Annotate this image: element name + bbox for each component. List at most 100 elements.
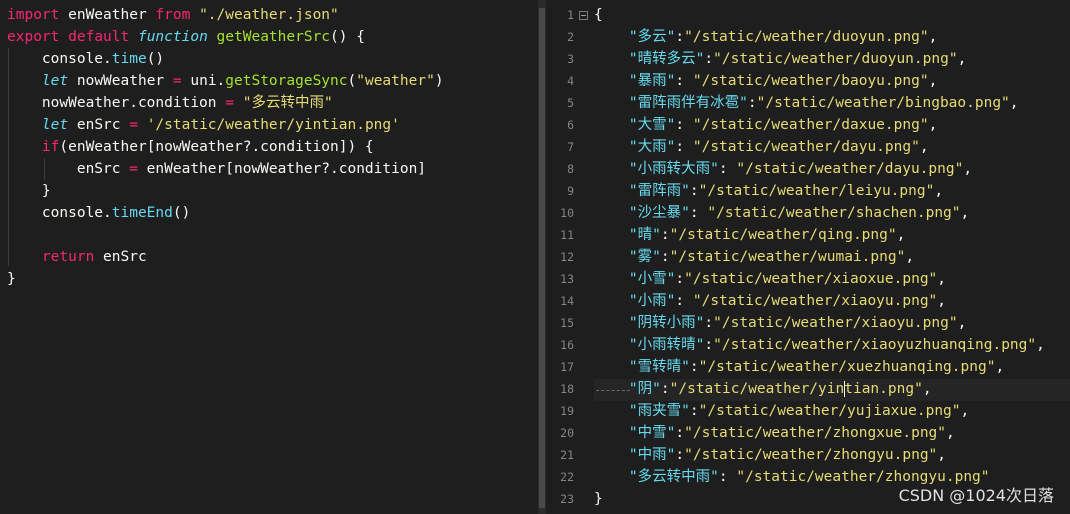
code-token: , (1009, 95, 1019, 111)
code-line[interactable]: "雾":"/static/weather/wumai.png", (594, 246, 914, 268)
code-token: getWeatherSrc (216, 29, 331, 45)
code-token: console. (7, 51, 112, 67)
code-line[interactable]: "雪转晴":"/static/weather/xuezhuanqing.png"… (594, 356, 1004, 378)
code-token: : (704, 315, 714, 331)
code-token: : (675, 425, 685, 441)
code-line[interactable]: console.time() (7, 48, 164, 70)
code-token: "大雪" (628, 117, 676, 133)
code-token: : (718, 469, 737, 485)
code-line[interactable]: { (594, 4, 603, 26)
code-line[interactable]: "小雪":"/static/weather/xiaoxue.png", (594, 268, 946, 290)
code-line[interactable]: let enSrc = '/static/weather/yintian.png… (7, 114, 400, 136)
code-line[interactable]: "晴转多云":"/static/weather/duoyun.png", (594, 48, 966, 70)
code-line[interactable]: nowWeather.condition = "多云转中雨" (7, 92, 333, 114)
code-token: default (68, 29, 130, 45)
code-line[interactable]: return enSrc (7, 246, 147, 268)
code-token: "小雨" (628, 293, 676, 309)
code-line[interactable]: console.timeEnd() (7, 202, 190, 224)
code-line[interactable]: "大雪": "/static/weather/daxue.png", (594, 114, 937, 136)
code-token: , (937, 293, 947, 309)
code-token: , (928, 29, 938, 45)
code-token: nowWeather.condition (7, 95, 226, 111)
line-number: 22 (560, 470, 574, 484)
code-line[interactable]: "小雨转晴":"/static/weather/xiaoyuzhuanqing.… (594, 334, 1045, 356)
fold-toggle-icon[interactable] (579, 11, 588, 20)
code-line[interactable]: "雷阵雨":"/static/weather/leiyu.png", (594, 180, 943, 202)
code-token: "/static/weather/xiaoyu.png" (713, 315, 958, 331)
code-token: "阴" (628, 381, 661, 397)
line-number: 12 (560, 250, 574, 264)
code-token: , (934, 183, 944, 199)
vertical-scrollbar[interactable] (538, 0, 546, 514)
code-line[interactable]: "小雨": "/static/weather/xiaoyu.png", (594, 290, 946, 312)
code-line[interactable]: "小雨转大雨": "/static/weather/dayu.png", (594, 158, 972, 180)
code-line[interactable]: "暴雨": "/static/weather/baoyu.png", (594, 70, 937, 92)
code-token: : (675, 293, 693, 309)
code-token: "/static/weather/shachen.png" (707, 205, 961, 221)
code-line[interactable]: "中雨":"/static/weather/zhongyu.png", (594, 444, 946, 466)
right-editor-pane[interactable]: 1 2 3 4 5 6 7 8 9 10 11 12 13 14 15 16 17 18 19 20 21 22 23 { … (546, 0, 1070, 514)
code-token: "/static/weather/leiyu.png" (698, 183, 935, 199)
code-token: , (963, 161, 973, 177)
code-token: , (960, 205, 970, 221)
code-token: "雷阵雨" (628, 183, 690, 199)
scrollbar-thumb[interactable] (539, 8, 545, 508)
code-token: enWeather (59, 7, 156, 23)
code-token: "中雨" (628, 447, 676, 463)
code-line[interactable]: "大雨": "/static/weather/dayu.png", (594, 136, 929, 158)
code-token: "/static/weather/wumai.png" (669, 249, 906, 265)
code-token: : (747, 95, 757, 111)
code-line[interactable]: export default function getWeatherSrc() … (7, 26, 365, 48)
code-line[interactable]: "阴转小雨":"/static/weather/xiaoyu.png", (594, 312, 966, 334)
code-line[interactable]: } (7, 180, 51, 202)
code-line[interactable]: } (7, 268, 16, 290)
code-line[interactable]: "多云":"/static/weather/duoyun.png", (594, 26, 937, 48)
line-number: 1 (567, 8, 574, 22)
code-line[interactable]: "雷阵雨伴有冰雹":"/static/weather/bingbao.png", (594, 92, 1019, 114)
code-token: export (7, 29, 60, 45)
code-token: "/static/weather/zhongxue.png" (684, 425, 947, 441)
left-editor-pane[interactable]: import enWeather from "./weather.json" ex… (0, 0, 538, 514)
code-token: : (660, 249, 670, 265)
code-token: : (704, 337, 714, 353)
code-token: = (129, 161, 138, 177)
code-line[interactable]: let nowWeather = uni.getStorageSync("wea… (7, 70, 444, 92)
code-line[interactable]: enSrc = enWeather[nowWeather?.condition] (7, 158, 426, 180)
code-token: "多云转中雨" (628, 469, 719, 485)
code-token: "weather" (356, 73, 435, 89)
code-token: , (937, 271, 947, 287)
code-token: ) (434, 73, 444, 89)
code-line[interactable]: "沙尘暴": "/static/weather/shachen.png", (594, 202, 969, 224)
code-line[interactable]: } (594, 488, 603, 510)
code-token: "雪转晴" (628, 359, 690, 375)
code-line[interactable]: "雨夹雪":"/static/weather/yujiaxue.png", (594, 400, 969, 422)
code-token: "/static/weather/xiaoxue.png" (684, 271, 938, 287)
code-token: , (928, 73, 938, 89)
code-token: , (922, 381, 932, 397)
code-line[interactable]: "晴":"/static/weather/qing.png", (594, 224, 905, 246)
code-line[interactable]: "中雪":"/static/weather/zhongxue.png", (594, 422, 955, 444)
code-token: "暴雨" (628, 73, 676, 89)
line-number: 21 (560, 448, 574, 462)
code-line[interactable]: "阴":"/static/weather/yintian.png", (594, 378, 932, 400)
code-line[interactable]: if(enWeather[nowWeather?.condition]) { (7, 136, 374, 158)
code-token: "多云" (628, 29, 676, 45)
code-token: { (594, 7, 603, 23)
code-line[interactable]: import enWeather from "./weather.json" (7, 4, 339, 26)
code-token: console. (7, 205, 112, 221)
code-token: (enWeather[nowWeather?.condition]) { (59, 139, 374, 155)
code-token: enSrc (94, 249, 147, 265)
code-token: , (995, 359, 1005, 375)
code-token: : (689, 183, 699, 199)
code-token: : (675, 139, 693, 155)
line-number: 3 (567, 52, 574, 66)
line-number: 14 (560, 294, 574, 308)
